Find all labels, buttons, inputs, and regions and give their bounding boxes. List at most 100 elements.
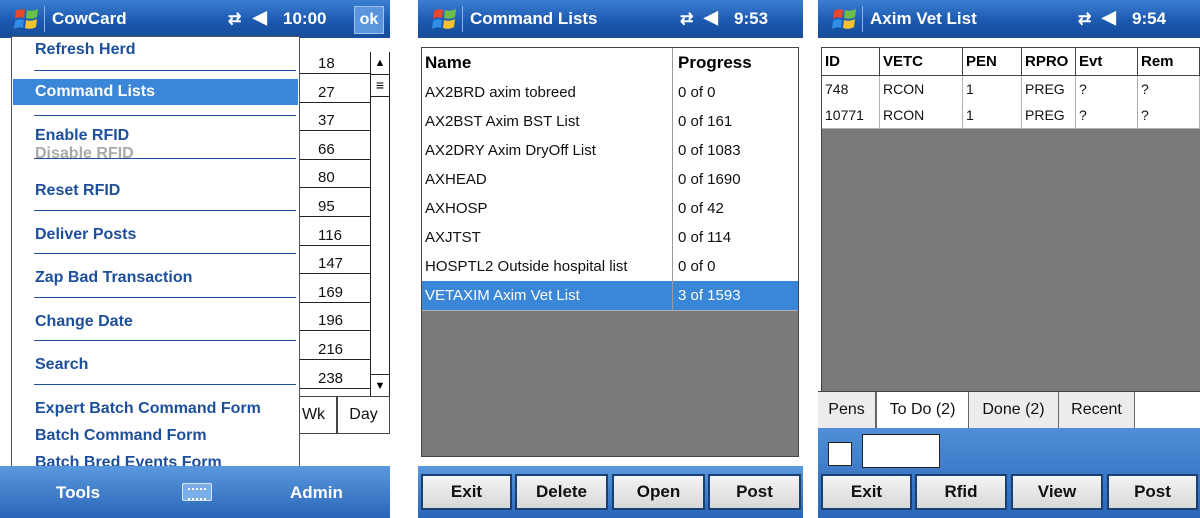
tab-done-2[interactable]: Done (2) [969,392,1059,428]
column-header-rpro[interactable]: RPRO [1022,48,1076,75]
speaker-icon[interactable]: ◀ [1102,7,1116,28]
table-row[interactable]: AX2BST Axim BST List 0 of 161 [422,107,798,137]
cell-name: AX2BST Axim BST List [425,113,580,130]
input-panel: Exit Rfid View Post [818,428,1200,518]
keyboard-icon[interactable] [182,483,212,501]
windows-start-icon[interactable] [14,7,40,31]
menu-item-refresh-herd[interactable]: Refresh Herd [13,37,298,63]
clock[interactable]: 10:00 [283,9,326,29]
menu-separator [34,340,296,341]
exit-button[interactable]: Exit [421,474,512,510]
table-row[interactable]: AX2DRY Axim DryOff List 0 of 1083 [422,136,798,166]
tab-day[interactable]: Day [337,396,390,434]
cell-name: AX2BRD axim tobreed [425,84,576,101]
clock[interactable]: 9:54 [1132,9,1166,29]
list-item[interactable]: 66 [298,138,370,160]
menu-item-command-lists[interactable]: Command Lists [13,79,298,105]
id-input[interactable] [862,434,940,468]
scroll-thumb[interactable]: ≡ [371,74,389,97]
table-row[interactable]: AXJTST 0 of 114 [422,223,798,253]
ok-button[interactable]: ok [354,6,384,34]
button-bar: Exit Delete Open Post [418,466,803,518]
table-row[interactable]: 10771 RCON 1 PREG?? [822,102,1200,129]
column-header-id[interactable]: ID [822,48,880,75]
admin-menu-button[interactable]: Admin [290,483,343,503]
list-item[interactable]: 37 [298,109,370,132]
tools-menu: Refresh Herd Command Lists Enable RFID Disa… [11,36,300,482]
column-header-pen[interactable]: PEN [963,48,1022,75]
column-header-vetc[interactable]: VETC [880,48,963,75]
cell-name: HOSPTL2 Outside hospital list [425,258,628,275]
menu-separator [34,210,296,211]
windows-start-icon[interactable] [832,7,858,31]
table-row[interactable]: AXHEAD 0 of 1690 [422,165,798,195]
view-button[interactable]: View [1011,474,1103,510]
scroll-up-icon[interactable]: ▲ [371,52,389,75]
menu-item-deliver-posts[interactable]: Deliver Posts [13,222,298,248]
title-separator [44,6,45,32]
menu-item-search[interactable]: Search [13,352,298,378]
command-list-grid[interactable]: Name Progress AX2BRD axim tobreed 0 of 0A… [421,47,799,457]
column-progress-header[interactable]: Progress [673,48,798,78]
cell-progress: 0 of 42 [678,200,724,217]
title-bar: Axim Vet List ⇄ ◀ 9:54 [818,0,1200,38]
list-item[interactable]: 116 [298,224,370,246]
title-separator [862,6,863,32]
post-button[interactable]: Post [1107,474,1198,510]
table-row[interactable]: HOSPTL2 Outside hospital list 0 of 0 [422,252,798,282]
connectivity-icon[interactable]: ⇄ [1078,9,1091,29]
menu-item-batch-command-form[interactable]: Batch Command Form [13,423,298,449]
connectivity-icon[interactable]: ⇄ [228,9,241,29]
column-header-rem[interactable]: Rem [1138,48,1200,75]
speaker-icon[interactable]: ◀ [253,7,267,28]
list-item[interactable]: 238 [298,367,370,389]
windows-start-icon[interactable] [432,7,458,31]
scrollbar[interactable]: ▲ ≡ ▼ [370,52,390,396]
table-row[interactable]: AXHOSP 0 of 42 [422,194,798,224]
herd-number-list: 18 27 37 66 80 95 116 147 169 196 216 238 [298,52,370,396]
title-separator [462,6,463,32]
delete-button[interactable]: Delete [515,474,608,510]
menu-item-zap-bad-transaction[interactable]: Zap Bad Transaction [13,265,298,291]
table-row[interactable]: AX2BRD axim tobreed 0 of 0 [422,78,798,108]
list-item[interactable]: 196 [298,309,370,332]
table-cell: RCON [880,76,963,102]
exit-button[interactable]: Exit [821,474,912,510]
vet-list-grid[interactable]: ID VETC PEN RPRO Evt Rem 748 RCON 1 PREG?? 10771 R… [821,47,1200,391]
tools-menu-button[interactable]: Tools [56,483,100,503]
list-item[interactable]: 18 [298,52,370,74]
list-item[interactable]: 216 [298,338,370,360]
column-divider [672,48,673,310]
list-item[interactable]: 80 [298,166,370,189]
app-title: CowCard [52,9,127,28]
menu-item-change-date[interactable]: Change Date [13,309,298,335]
column-name-header[interactable]: Name [422,48,672,78]
cell-progress: 3 of 1593 [678,287,741,304]
select-checkbox[interactable] [828,442,852,466]
menu-item-expert-batch-command-form[interactable]: Expert Batch Command Form [13,396,298,422]
tab-pens[interactable]: Pens [818,392,876,428]
menu-item-reset-rfid[interactable]: Reset RFID [13,178,298,204]
column-header-evt[interactable]: Evt [1076,48,1138,75]
scroll-down-icon[interactable]: ▼ [371,374,389,397]
connectivity-icon[interactable]: ⇄ [680,9,693,29]
tab-recent[interactable]: Recent [1059,392,1135,428]
list-item[interactable]: 169 [298,281,370,303]
table-row[interactable]: VETAXIM Axim Vet List 3 of 1593 [422,281,798,311]
open-button[interactable]: Open [612,474,705,510]
table-cell: 1 [963,102,1022,128]
clock[interactable]: 9:53 [734,9,768,29]
list-item[interactable]: 147 [298,252,370,275]
rfid-button[interactable]: Rfid [915,474,1007,510]
tab-to-do-2[interactable]: To Do (2) [876,392,969,428]
cell-name: AXHOSP [425,200,488,217]
speaker-icon[interactable]: ◀ [704,7,718,28]
table-cell: ? [1138,76,1200,102]
list-item[interactable]: 27 [298,81,370,103]
post-button[interactable]: Post [708,474,801,510]
table-row[interactable]: 748 RCON 1 PREG?? [822,76,1200,103]
list-item[interactable]: 95 [298,195,370,217]
cell-progress: 0 of 0 [678,258,716,275]
menu-item-disable-rfid: Disable RFID [35,145,134,162]
table-cell: 1 [963,76,1022,102]
